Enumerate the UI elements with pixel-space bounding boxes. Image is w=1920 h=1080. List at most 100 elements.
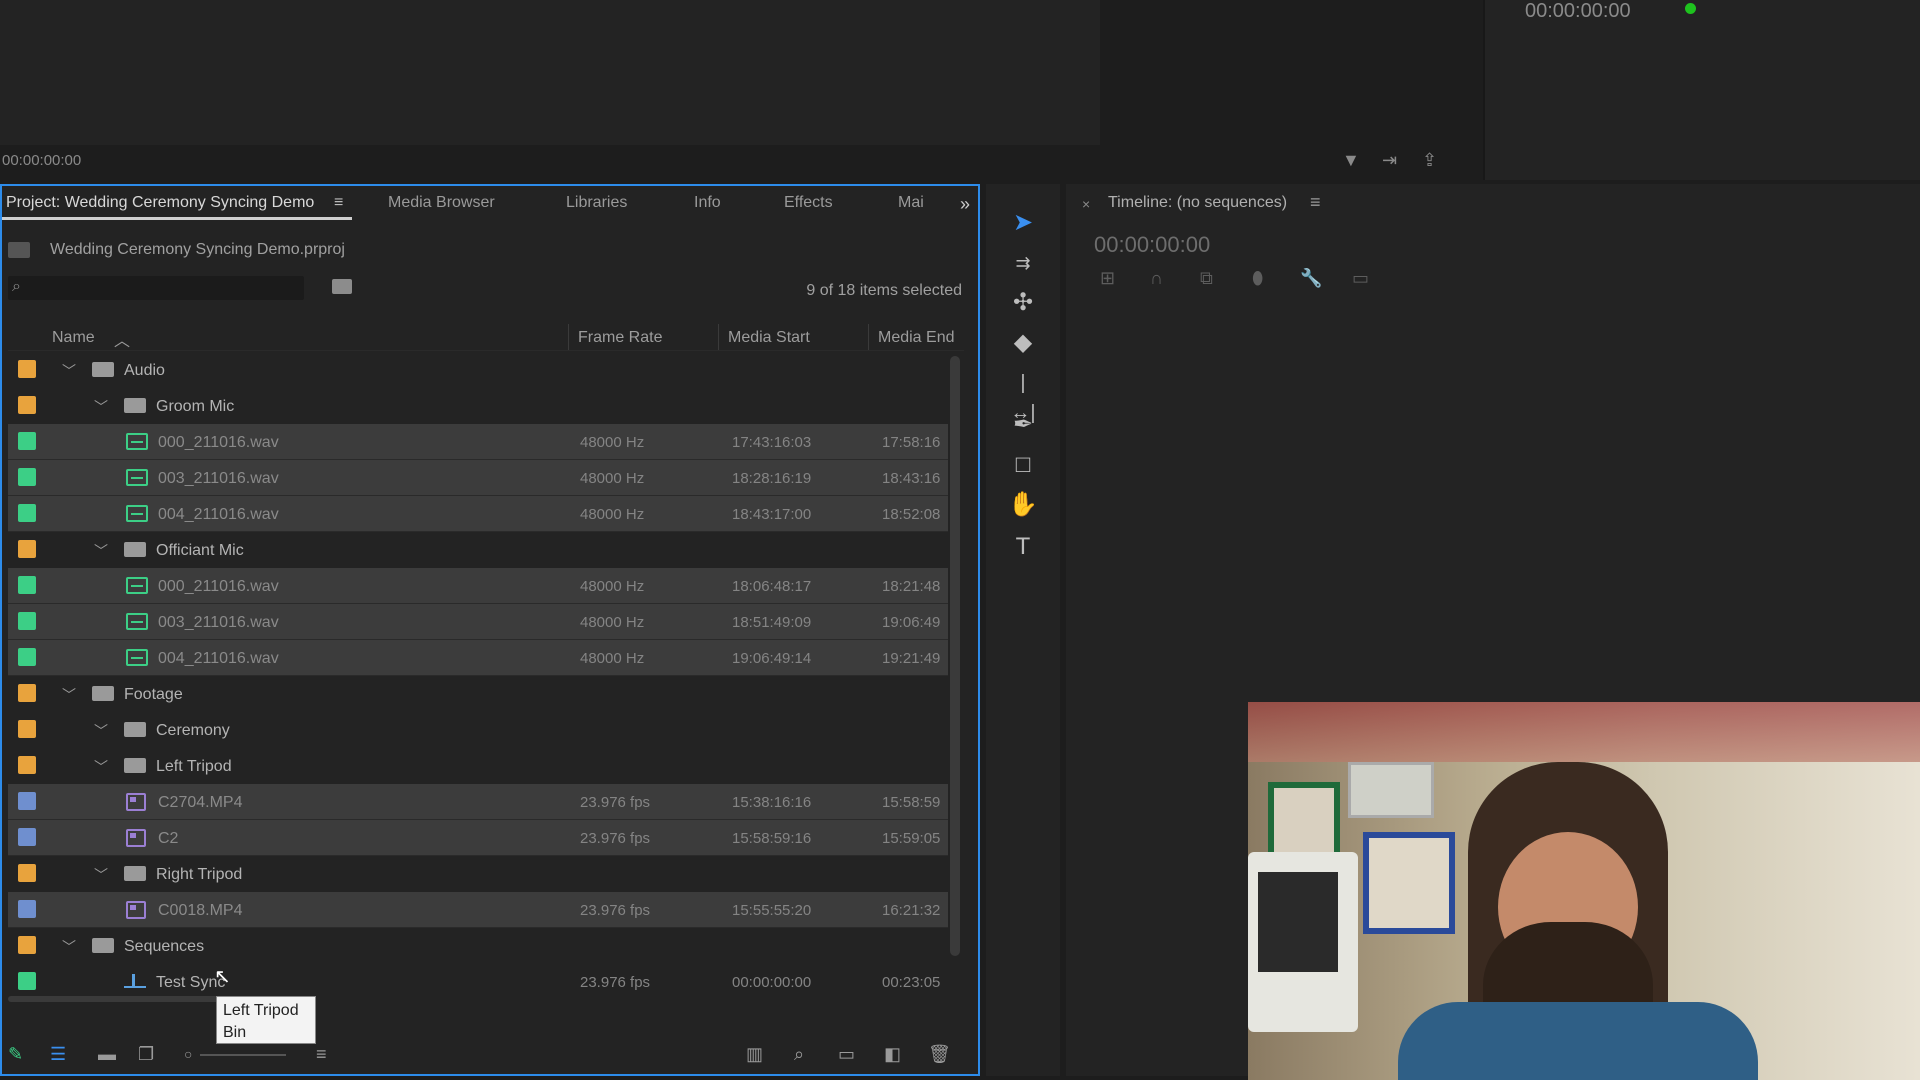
list-item[interactable]: 003_211016.wav 48000 Hz 18:51:49:09 19:06:4… — [8, 604, 948, 640]
list-item[interactable]: ﹀ Footage — [8, 676, 948, 712]
rectangle-icon[interactable]: □ — [1008, 450, 1038, 480]
vertical-scrollbar[interactable] — [950, 356, 960, 956]
chevron-down-icon[interactable]: ﹀ — [62, 361, 76, 381]
label-color-swatch[interactable] — [18, 360, 36, 378]
label-color-swatch[interactable] — [18, 900, 36, 918]
label-color-swatch[interactable] — [18, 648, 36, 666]
zoom-slider[interactable] — [200, 1054, 286, 1056]
zoom-slider-handle[interactable]: ○ — [184, 1046, 192, 1062]
label-color-swatch[interactable] — [18, 684, 36, 702]
filter-icon[interactable]: ▼ — [1342, 150, 1360, 171]
list-item[interactable]: ﹀ Audio — [8, 352, 948, 388]
list-item[interactable]: ﹀ Sequences — [8, 928, 948, 964]
media-start-cell: 18:51:49:09 — [732, 614, 812, 631]
tab-markers[interactable]: Mai — [898, 194, 924, 212]
sort-icons-icon[interactable]: ≡ — [316, 1044, 327, 1065]
list-item[interactable]: 003_211016.wav 48000 Hz 18:28:16:19 18:43:1… — [8, 460, 948, 496]
new-bin-icon[interactable]: ▭ — [838, 1044, 855, 1065]
item-name: 000_211016.wav — [158, 434, 279, 451]
razor-icon[interactable]: ◆ — [1008, 328, 1038, 358]
insert-icon[interactable]: ⇥ — [1382, 150, 1397, 171]
list-item[interactable]: ﹀ Right Tripod — [8, 856, 948, 892]
chevron-down-icon[interactable]: ﹀ — [94, 757, 108, 777]
list-item[interactable]: C2704.MP4 23.976 fps 15:38:16:16 15:58:59 — [8, 784, 948, 820]
label-color-swatch[interactable] — [18, 936, 36, 954]
list-item[interactable]: 000_211016.wav 48000 Hz 18:06:48:17 18:21:4… — [8, 568, 948, 604]
icon-view-icon[interactable]: ▬ — [98, 1044, 116, 1065]
hand-icon[interactable]: ✋ — [1008, 490, 1038, 520]
list-item[interactable]: 004_211016.wav 48000 Hz 19:06:49:14 19:21:4… — [8, 640, 948, 676]
export-icon[interactable]: ⇪ — [1422, 150, 1437, 171]
linked-selection-icon[interactable]: ⧉ — [1200, 268, 1213, 289]
slip-icon[interactable]: |↔| — [1008, 368, 1038, 424]
label-color-swatch[interactable] — [18, 756, 36, 774]
tab-libraries[interactable]: Libraries — [566, 194, 627, 212]
list-item[interactable]: C0018.MP4 23.976 fps 15:55:55:20 16:21:32 — [8, 892, 948, 928]
wrench-icon[interactable]: 🔧 — [1300, 268, 1322, 289]
frame-rate-cell: 48000 Hz — [580, 614, 645, 631]
chevron-down-icon[interactable]: ﹀ — [94, 865, 108, 885]
tab-project[interactable]: Project: Wedding Ceremony Syncing Demo — [6, 194, 314, 212]
more-tabs-icon[interactable]: » — [960, 194, 970, 215]
track-select-icon[interactable]: ⇉ — [1008, 248, 1038, 278]
list-view-icon[interactable]: ☰ — [50, 1044, 66, 1065]
label-color-swatch[interactable] — [18, 828, 36, 846]
chevron-down-icon[interactable]: ﹀ — [62, 685, 76, 705]
pen-icon[interactable]: ✒ — [1008, 410, 1038, 440]
list-item[interactable]: C2 23.976 fps 15:58:59:16 15:59:05 — [8, 820, 948, 856]
chevron-down-icon[interactable]: ﹀ — [94, 721, 108, 741]
captions-icon[interactable]: ▭ — [1352, 268, 1369, 289]
label-color-swatch[interactable] — [18, 612, 36, 630]
new-item-icon[interactable]: ◧ — [884, 1044, 901, 1065]
freeform-view-icon[interactable]: ❐ — [138, 1044, 154, 1065]
sort-ascending-icon[interactable]: ︿ — [114, 327, 130, 351]
find-icon[interactable]: ⌕ — [794, 1044, 804, 1065]
list-item[interactable]: 004_211016.wav 48000 Hz 18:43:17:00 18:52:0… — [8, 496, 948, 532]
close-icon[interactable]: × — [1082, 196, 1090, 212]
program-timecode[interactable]: 00:00:00:00 — [1525, 0, 1631, 23]
label-color-swatch[interactable] — [18, 396, 36, 414]
list-item[interactable]: ﹀ Ceremony — [8, 712, 948, 748]
panel-menu-icon[interactable]: ≡ — [1310, 192, 1321, 213]
label-color-swatch[interactable] — [18, 504, 36, 522]
timeline-title[interactable]: Timeline: (no sequences) — [1108, 194, 1287, 212]
tab-info[interactable]: Info — [694, 194, 721, 212]
new-search-bin-icon[interactable] — [332, 279, 352, 294]
horizontal-scrollbar[interactable] — [8, 996, 240, 1002]
selection-arrow-icon[interactable]: ➤ — [1008, 208, 1038, 238]
label-color-swatch[interactable] — [18, 540, 36, 558]
list-item[interactable]: ﹀ Groom Mic — [8, 388, 948, 424]
column-media-start[interactable]: Media Start — [728, 329, 810, 347]
ripple-edit-icon[interactable]: ✣ — [1008, 288, 1038, 318]
tab-effects[interactable]: Effects — [784, 194, 833, 212]
column-name[interactable]: Name — [52, 329, 95, 347]
trash-icon[interactable]: 🗑 — [928, 1044, 951, 1065]
label-color-swatch[interactable] — [18, 468, 36, 486]
pencil-icon[interactable]: ✎ — [8, 1044, 23, 1065]
type-icon[interactable]: T — [1008, 532, 1038, 562]
chevron-down-icon[interactable]: ﹀ — [94, 397, 108, 417]
label-color-swatch[interactable] — [18, 972, 36, 990]
list-item[interactable]: Test Sync 23.976 fps 00:00:00:00 00:23:05 — [8, 964, 948, 1000]
nest-icon[interactable]: ⊞ — [1100, 268, 1115, 289]
automate-to-sequence-icon[interactable]: ▥ — [746, 1044, 763, 1065]
snap-icon[interactable]: ∩ — [1150, 268, 1163, 289]
column-media-end[interactable]: Media End — [878, 329, 955, 347]
label-color-swatch[interactable] — [18, 432, 36, 450]
tab-media-browser[interactable]: Media Browser — [388, 194, 495, 212]
list-item[interactable]: ﹀ Left Tripod — [8, 748, 948, 784]
label-color-swatch[interactable] — [18, 864, 36, 882]
column-frame-rate[interactable]: Frame Rate — [578, 329, 662, 347]
label-color-swatch[interactable] — [18, 720, 36, 738]
timeline-timecode[interactable]: 00:00:00:00 — [1094, 232, 1210, 258]
chevron-down-icon[interactable]: ﹀ — [62, 937, 76, 957]
label-color-swatch[interactable] — [18, 576, 36, 594]
source-timecode[interactable]: 00:00:00:00 — [2, 152, 81, 169]
panel-menu-icon[interactable]: ≡ — [334, 194, 343, 212]
list-item[interactable]: 000_211016.wav 48000 Hz 17:43:16:03 17:58:1… — [8, 424, 948, 460]
list-item[interactable]: ﹀ Officiant Mic — [8, 532, 948, 568]
add-marker-icon[interactable]: ⬮ — [1252, 268, 1263, 289]
label-color-swatch[interactable] — [18, 792, 36, 810]
search-input[interactable] — [8, 276, 304, 300]
chevron-down-icon[interactable]: ﹀ — [94, 541, 108, 561]
